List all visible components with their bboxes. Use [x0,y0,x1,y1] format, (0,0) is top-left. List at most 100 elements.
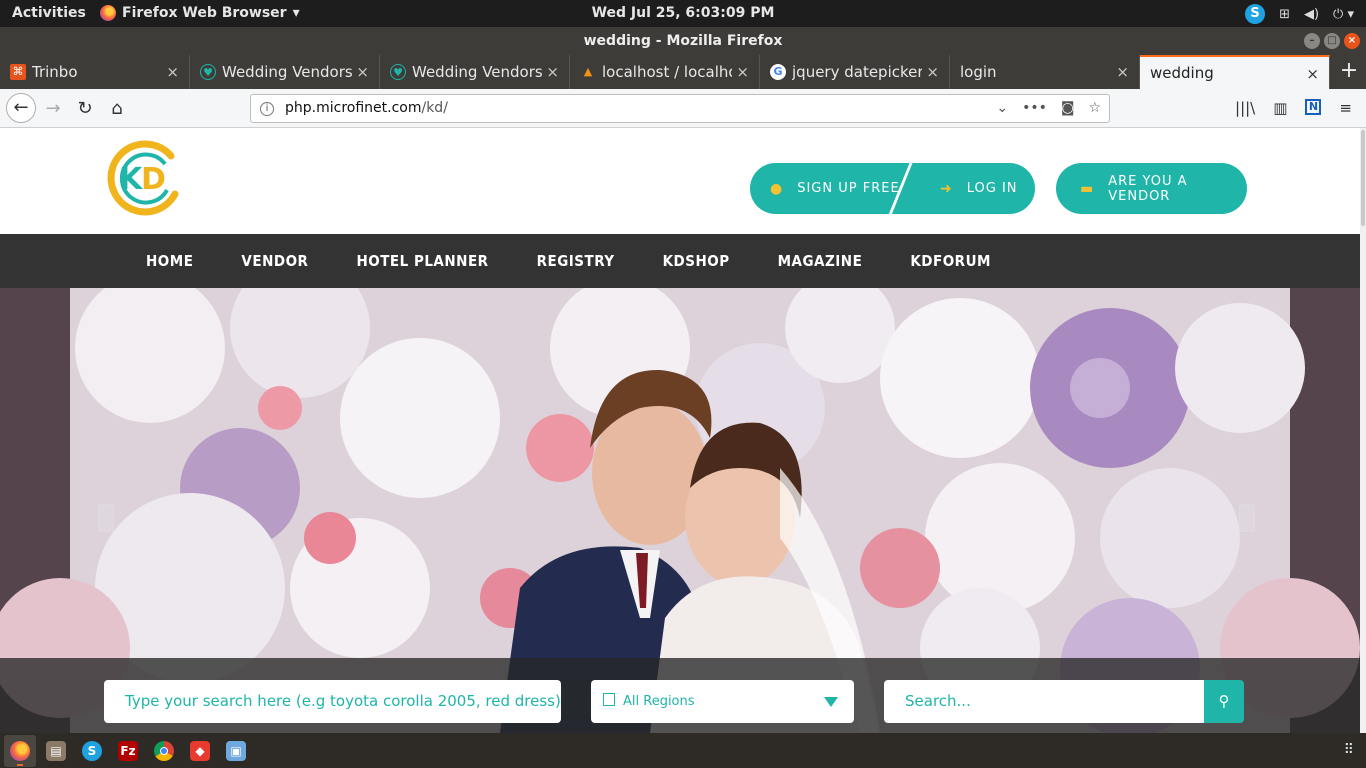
nav-kdshop[interactable]: KDSHOP [663,252,730,270]
main-navigation: HOME VENDOR HOTEL PLANNER REGISTRY KDSHO… [0,234,1360,288]
reload-button[interactable]: ↻ [72,96,98,122]
building-icon [603,693,615,706]
briefcase-icon: ▬ [1080,180,1095,197]
url-path: /kd/ [421,100,448,116]
virtualbox-icon: ▣ [226,740,246,761]
activities-button[interactable]: Activities [12,5,86,21]
network-icon[interactable]: ⊞ [1279,7,1290,22]
tab-label: localhost / localhos [602,63,732,81]
tab-label: wedding [1150,64,1214,82]
minimize-icon[interactable]: – [1304,33,1320,49]
forward-button[interactable]: → [40,96,66,122]
library-icon[interactable]: |||\ [1235,99,1255,117]
nav-kdforum[interactable]: KDFORUM [910,252,991,270]
taskbar-skype[interactable]: S [76,735,108,767]
keyword-search-input[interactable]: Type your search here (e.g toyota coroll… [104,680,561,723]
tab-wedding[interactable]: wedding × [1140,55,1330,89]
tab-label: Trinbo [32,63,78,81]
close-tab-icon[interactable]: × [356,63,369,81]
chevron-down-icon[interactable]: ⌄ [996,95,1008,122]
tab-jquery-datepicker[interactable]: G jquery datepicker f × [760,55,950,89]
hamburger-menu-icon[interactable]: ≡ [1339,99,1352,117]
nav-magazine[interactable]: MAGAZINE [778,252,863,270]
close-window-icon[interactable]: × [1344,33,1360,49]
close-tab-icon[interactable]: × [166,63,179,81]
sign-in-icon: ➜ [940,180,953,197]
wedding-icon: ♥ [200,64,216,80]
tab-wedding-vendors-1[interactable]: ♥ Wedding Vendors × [190,55,380,89]
skype-icon: S [82,740,102,761]
window-title-bar: wedding - Mozilla Firefox – □ × [0,27,1366,55]
close-tab-icon[interactable]: × [736,63,749,81]
tab-label: jquery datepicker f [792,63,922,81]
filezilla-icon: Fz [118,740,138,761]
app-menu[interactable]: Firefox Web Browser ▾ [100,5,300,21]
page-scrollbar[interactable] [1360,128,1366,733]
site-logo[interactable]: K D [105,138,185,216]
nav-home[interactable]: HOME [146,252,193,270]
close-tab-icon[interactable]: × [926,63,939,81]
skype-tray-icon[interactable]: S [1245,4,1266,24]
navigation-toolbar: ← → ↻ ⌂ i php.microfinet.com/kd/ ⌄ ••• ◙… [0,89,1366,128]
region-select[interactable]: All Regions [591,680,854,723]
log-in-button[interactable]: ➜ LOG IN [902,163,1018,214]
sign-up-label: SIGN UP FREE [797,181,900,196]
google-icon: G [770,64,786,80]
volume-icon[interactable]: ◀) [1304,7,1319,22]
log-in-label: LOG IN [966,181,1018,196]
site-search-input[interactable]: Search... [884,680,1204,723]
site-info-icon[interactable]: i [260,102,274,116]
web-page: K D ● SIGN UP FREE ➜ LOG IN ▬ ARE YOU A … [0,128,1366,733]
pocket-icon[interactable]: ◙ [1061,95,1075,122]
tab-trinbo[interactable]: ⌘ Trinbo × [0,55,190,89]
power-icon[interactable]: ⏻ ▾ [1333,7,1354,22]
taskbar: ▤ S Fz ◆ ▣ ⠿ [0,733,1366,768]
user-icon: ● [770,180,784,197]
page-actions-icon[interactable]: ••• [1022,95,1047,122]
slider-next-arrow[interactable]: › [1239,504,1255,532]
taskbar-virtualbox[interactable]: ▣ [220,735,252,767]
taskbar-files[interactable]: ▤ [40,735,72,767]
taskbar-chrome[interactable] [148,735,180,767]
caret-down-icon [824,697,838,707]
nav-vendor[interactable]: VENDOR [241,252,308,270]
vendor-button[interactable]: ▬ ARE YOU A VENDOR [1056,163,1247,214]
url-bar[interactable]: i php.microfinet.com/kd/ ⌄ ••• ◙ ☆ [250,94,1110,123]
close-tab-icon[interactable]: × [1116,63,1129,81]
search-icon: ⚲ [1218,692,1230,710]
running-indicator [17,763,23,766]
back-button[interactable]: ← [6,93,36,123]
taskbar-firefox[interactable] [4,734,36,767]
nav-registry[interactable]: REGISTRY [537,252,615,270]
nav-hotel-planner[interactable]: HOTEL PLANNER [356,252,488,270]
chevron-down-icon: ▾ [292,5,300,21]
window-title: wedding - Mozilla Firefox [583,33,783,49]
slider-prev-arrow[interactable]: ‹ [98,504,114,532]
tab-label: login [960,63,997,81]
close-tab-icon[interactable]: × [546,63,559,81]
url-host: php.microfinet.com [285,100,422,116]
maximize-icon[interactable]: □ [1324,33,1340,49]
search-button[interactable]: ⚲ [1204,680,1244,723]
new-tab-button[interactable]: + [1334,55,1364,89]
system-top-bar: Activities Firefox Web Browser ▾ Wed Jul… [0,0,1366,27]
tab-label: Wedding Vendors [412,63,542,81]
trinbo-icon: ⌘ [10,64,26,80]
show-applications-icon[interactable]: ⠿ [1344,742,1354,758]
taskbar-filezilla[interactable]: Fz [112,735,144,767]
bookmark-star-icon[interactable]: ☆ [1088,95,1101,122]
extension-n-icon[interactable]: N [1305,99,1322,115]
taskbar-anydesk[interactable]: ◆ [184,735,216,767]
close-tab-icon[interactable]: × [1306,65,1319,83]
tab-login[interactable]: login × [950,55,1140,89]
tab-wedding-vendors-2[interactable]: ♥ Wedding Vendors × [380,55,570,89]
phpmyadmin-icon: ▲ [583,65,593,78]
sidebar-icon[interactable]: ▥ [1273,99,1287,117]
anydesk-icon: ◆ [190,740,210,761]
tab-localhost[interactable]: ▲ localhost / localhos × [570,55,760,89]
sign-up-button[interactable]: ● SIGN UP FREE [750,163,902,214]
home-button[interactable]: ⌂ [104,96,130,122]
clock[interactable]: Wed Jul 25, 6:03:09 PM [592,5,775,21]
scrollbar-thumb[interactable] [1361,130,1365,226]
wedding-icon: ♥ [390,64,406,80]
